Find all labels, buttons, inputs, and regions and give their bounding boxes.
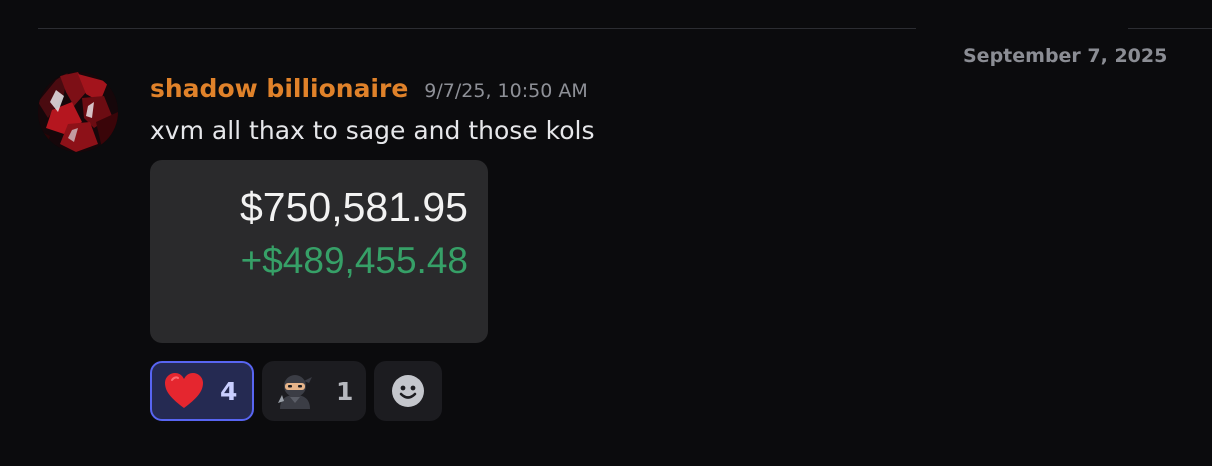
heart-icon	[165, 373, 203, 408]
ninja-icon	[278, 375, 312, 409]
date-divider-label: September 7, 2025	[963, 45, 1168, 67]
balance-value: $750,581.95	[239, 184, 468, 230]
date-divider: September 7, 2025	[38, 28, 1212, 67]
message-header: shadow billionaire 9/7/25, 10:50 AM	[150, 74, 588, 108]
add-reaction-button[interactable]	[374, 361, 442, 421]
reactions-bar: 4 1	[150, 361, 442, 421]
message-timestamp[interactable]: 9/7/25, 10:50 AM	[424, 80, 587, 102]
username[interactable]: shadow billionaire	[150, 74, 408, 103]
reaction-heart-count: 4	[220, 376, 238, 406]
divider-line-left	[38, 28, 916, 29]
reaction-heart[interactable]: 4	[150, 361, 254, 421]
gain-value: +$489,455.48	[240, 240, 468, 281]
avatar[interactable]	[38, 72, 118, 152]
message-text: xvm all thax to sage and those kols	[150, 116, 595, 145]
smile-add-icon	[392, 375, 424, 407]
chat-view: September 7, 2025 shadow billionaire 9/7…	[0, 0, 1212, 466]
reaction-ninja-count: 1	[336, 376, 354, 406]
image-attachment[interactable]: $750,581.95 +$489,455.48	[150, 160, 488, 343]
avatar-image	[38, 72, 118, 152]
divider-line-right	[1128, 28, 1212, 29]
reaction-ninja[interactable]: 1	[262, 361, 366, 421]
